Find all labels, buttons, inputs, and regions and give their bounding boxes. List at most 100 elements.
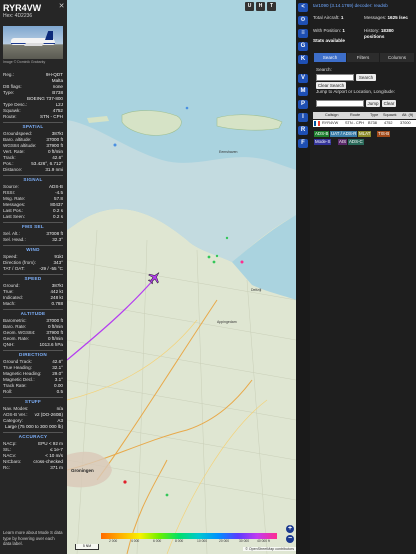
- photo-credit: Image © Dominik Grabarky: [3, 60, 46, 64]
- search-button[interactable]: Search: [356, 74, 376, 81]
- info-label[interactable]: Route:: [3, 114, 17, 120]
- info-label[interactable]: QNH:: [3, 342, 14, 348]
- info-value: 0.788: [51, 301, 64, 306]
- section-header-fms: FMS SEL: [3, 222, 63, 229]
- version-line[interactable]: tar1090 (3.14.1769) decoder: readsb: [313, 3, 388, 9]
- column-header[interactable]: Type: [370, 112, 378, 119]
- column-header[interactable]: Alt. (ft): [402, 112, 413, 119]
- map-label-eemshaven: Eemshaven: [219, 150, 238, 154]
- info-row: Mach: 0.788: [3, 301, 63, 307]
- source-legend-chip[interactable]: TIS-B: [377, 131, 391, 137]
- info-row: TAT / OAT: -29 / -55 °C: [3, 266, 63, 272]
- legend-label: 2 000: [109, 539, 118, 543]
- aircraft-photo[interactable]: [3, 26, 63, 59]
- info-label[interactable]: Distance:: [3, 167, 22, 173]
- source-legend-chip[interactable]: AIS: [338, 139, 348, 145]
- info-row: Sel. Head.: 32.3°: [3, 237, 63, 243]
- info-label[interactable]: Rc:: [3, 465, 10, 471]
- map-view[interactable]: U H T Eemshaven Delfzijl Appingedam Gron…: [67, 0, 296, 554]
- info-value: STN - CPH: [40, 114, 63, 119]
- section-header-signal: SIGNAL: [3, 175, 63, 182]
- map-attribution[interactable]: © OpenStreetMap contributors: [243, 547, 296, 551]
- aircraft-hex: Hex: 4D2236: [3, 13, 33, 19]
- source-legend-chip[interactable]: Mode-S: [314, 139, 332, 145]
- source-legend-chip[interactable]: ADS-B: [314, 131, 330, 137]
- jump-input[interactable]: [316, 100, 364, 107]
- clear-button[interactable]: Clear: [382, 100, 396, 107]
- map-button-t[interactable]: T: [267, 2, 276, 11]
- toggle-m-button[interactable]: M: [298, 87, 308, 96]
- toggle-f-button[interactable]: F: [298, 139, 308, 148]
- close-icon[interactable]: ✕: [58, 3, 65, 10]
- legend-label: 30 000: [239, 539, 250, 543]
- aircraft-callsign: RYR4VW: [3, 3, 42, 13]
- stats-available: Stats available: [313, 38, 345, 43]
- source-legend-chip[interactable]: ADS-C: [348, 139, 364, 145]
- zoom-out-button[interactable]: −: [286, 535, 294, 543]
- toggle-p-button[interactable]: P: [298, 100, 308, 109]
- stats-panel: tar1090 (3.14.1769) decoder: readsb Tota…: [310, 0, 416, 554]
- map-button-u[interactable]: U: [245, 2, 254, 11]
- map-scale: 5 NM: [75, 544, 99, 550]
- aircraft-table-header: Callsign Route Type Squawk Alt. (ft): [313, 112, 416, 119]
- info-value: 32.3°: [52, 237, 63, 242]
- row-type: B738: [368, 121, 377, 125]
- info-value: 0.2 s: [53, 214, 63, 219]
- info-row: Route: STN - CPH: [3, 114, 63, 120]
- history-count: History: 18380 positions: [364, 28, 394, 39]
- messages-rate: Messages: 1625 /sec: [364, 15, 408, 20]
- info-row: Large (75 000 to 300 000 lb): [3, 424, 63, 430]
- tab-columns[interactable]: Columns: [380, 53, 414, 62]
- toggle-r-button[interactable]: R: [298, 126, 308, 135]
- map-canvas[interactable]: [67, 0, 296, 554]
- info-value: 31.9 nmi: [45, 167, 63, 172]
- source-legend-chip[interactable]: MLAT: [358, 131, 372, 137]
- row-squawk: 4752: [384, 121, 393, 125]
- toggle-k-button[interactable]: K: [298, 55, 308, 64]
- toggle-g-button[interactable]: G: [298, 42, 308, 51]
- section-header-speed: SPEED: [3, 274, 63, 281]
- map-label-delfzijl: Delfzijl: [251, 288, 262, 292]
- info-row: Distance: 31.9 nmi: [3, 167, 63, 173]
- table-row[interactable]: RYR4VW STN - CPH B738 4752 37000: [313, 120, 416, 127]
- info-label[interactable]: Sel. Head.:: [3, 237, 26, 243]
- info-value: 371 m: [50, 465, 63, 470]
- info-row: Roll: 0.5: [3, 389, 63, 395]
- section-header-accuracy: ACCURACY: [3, 432, 63, 439]
- info-label[interactable]: Last Seen:: [3, 214, 25, 220]
- row-altitude: 37000: [400, 121, 411, 125]
- info-label[interactable]: TAT / OAT:: [3, 266, 25, 272]
- altitude-color-legend: 2 000 4 000 6 000 8 000 10 000 20 000 30…: [101, 533, 277, 543]
- settings-icon[interactable]: ⚙: [298, 16, 308, 25]
- collapse-icon[interactable]: <: [298, 3, 308, 12]
- layers-icon[interactable]: ≡: [298, 29, 308, 38]
- info-row: Last Seen: 0.2 s: [3, 214, 63, 220]
- section-header-wind: WIND: [3, 245, 63, 252]
- zoom-in-button[interactable]: +: [286, 525, 294, 533]
- info-row: QNH: 1013.6 hPa: [3, 342, 63, 348]
- tab-search[interactable]: Search: [314, 53, 346, 62]
- flag-icon: [314, 121, 320, 126]
- source-legend-chip[interactable]: UAT / ADS-R: [330, 131, 358, 137]
- search-input[interactable]: [316, 74, 354, 81]
- info-value: -29 / -55 °C: [39, 266, 63, 271]
- clear-search-button[interactable]: Clear Search: [316, 82, 346, 89]
- plane-wing-shape: [24, 43, 44, 46]
- info-label[interactable]: Mach:: [3, 301, 16, 307]
- legend-label: 4 000: [131, 539, 140, 543]
- column-header[interactable]: Callsign: [325, 112, 339, 119]
- panel-tabs: Search Filters Columns: [314, 53, 414, 62]
- legend-label: 6 000: [153, 539, 162, 543]
- column-header[interactable]: Squawk: [383, 112, 397, 119]
- jump-button[interactable]: Jump: [366, 100, 380, 107]
- side-toolbar: < ⚙ ≡ G K V M P I R F: [296, 0, 310, 554]
- legend-label: 20 000: [219, 539, 230, 543]
- map-button-h[interactable]: H: [256, 2, 265, 11]
- section-header-direction: DIRECTION: [3, 350, 63, 357]
- section-header-spatial: SPATIAL: [3, 122, 63, 129]
- column-header[interactable]: Route: [350, 112, 360, 119]
- toggle-v-button[interactable]: V: [298, 74, 308, 83]
- toggle-i-button[interactable]: I: [298, 113, 308, 122]
- tab-filters[interactable]: Filters: [347, 53, 379, 62]
- info-label[interactable]: Roll:: [3, 389, 12, 395]
